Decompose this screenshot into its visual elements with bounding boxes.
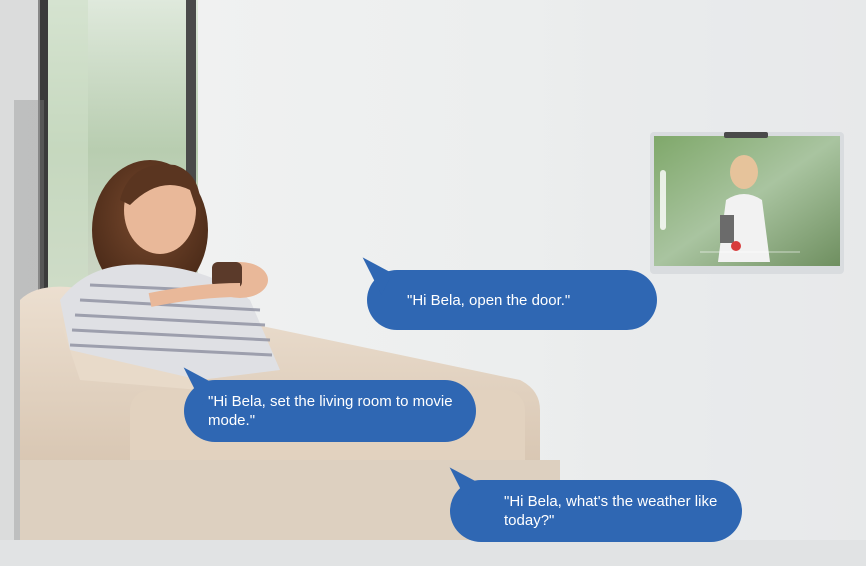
speech-bubble-weather: "Hi Bela, what's the weather like today?… <box>438 467 742 542</box>
speech-bubble-living-room: "Hi Bela, set the living room to movie m… <box>172 367 476 442</box>
speech-text-living-room: "Hi Bela, set the living room to movie m… <box>208 393 453 429</box>
scene: "Hi Bela, open the door." "Hi Bela, set … <box>0 0 866 566</box>
end-call-icon <box>731 241 741 251</box>
speech-text-weather: "Hi Bela, what's the weather like today?… <box>504 493 718 529</box>
speech-text-open-door: "Hi Bela, open the door." <box>407 291 571 309</box>
speech-bubble-open-door: "Hi Bela, open the door." <box>351 257 657 330</box>
tablet-video-intercom-icon <box>660 170 666 230</box>
